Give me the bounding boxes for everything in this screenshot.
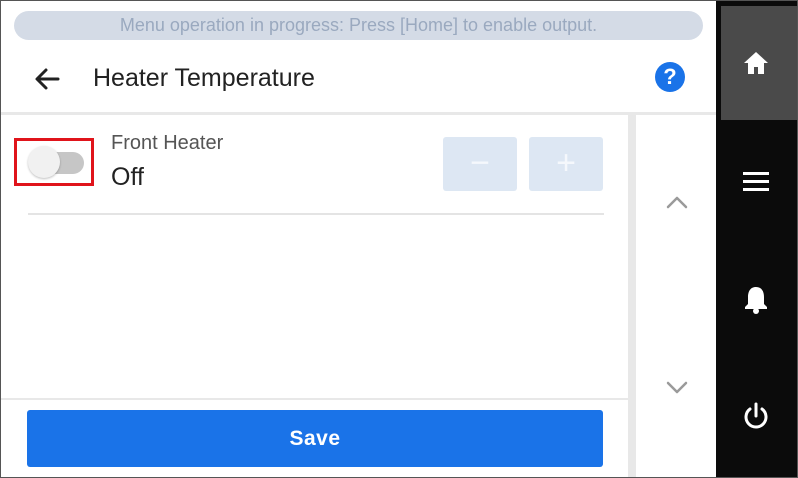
scroll-up-icon[interactable] (664, 190, 690, 216)
toggle-knob[interactable] (28, 146, 60, 178)
bell-icon[interactable] (740, 283, 772, 315)
power-icon[interactable] (740, 400, 772, 432)
scroll-down-icon[interactable] (664, 374, 690, 400)
status-banner: Menu operation in progress: Press [Home]… (14, 11, 703, 40)
header-divider (0, 112, 716, 115)
item-divider (28, 213, 604, 215)
increment-button[interactable]: + (529, 137, 603, 191)
home-icon[interactable] (740, 47, 772, 79)
page-title: Heater Temperature (93, 64, 315, 92)
decrement-button[interactable]: − (443, 137, 517, 191)
scroll-column (628, 115, 717, 478)
menu-icon[interactable] (740, 165, 772, 197)
item-value: Off (111, 163, 144, 191)
back-arrow-icon[interactable] (30, 62, 64, 96)
save-button[interactable]: Save (27, 410, 603, 467)
scrollbar[interactable] (628, 115, 636, 478)
footer-divider (0, 398, 628, 400)
help-icon[interactable]: ? (655, 62, 685, 92)
item-label: Front Heater (111, 132, 224, 154)
